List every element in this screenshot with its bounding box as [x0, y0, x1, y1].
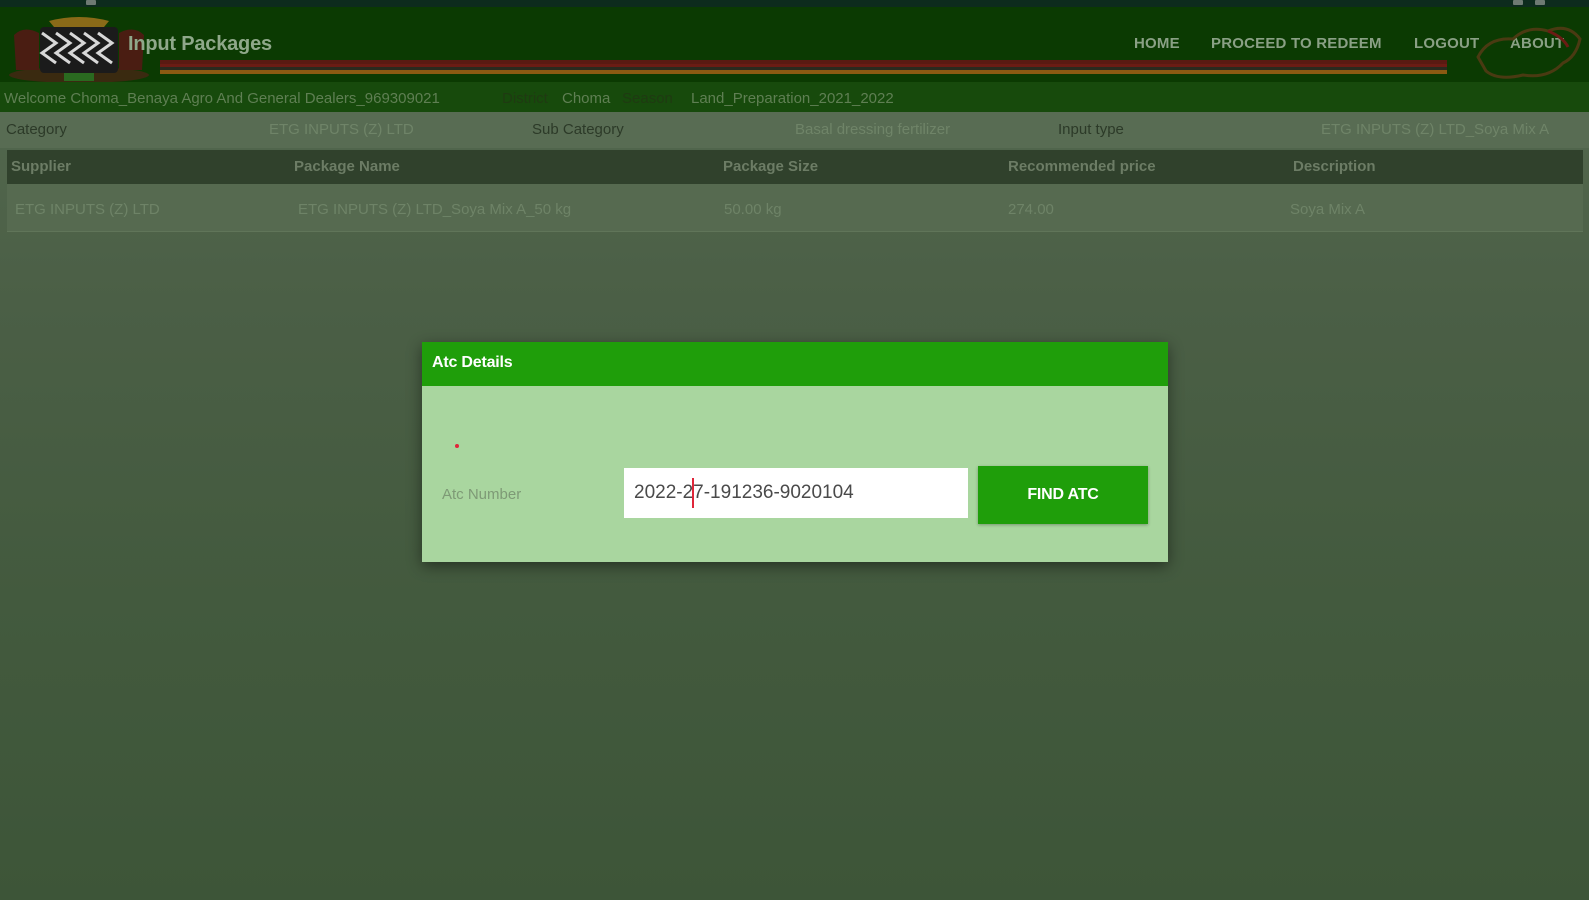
- system-status-bar: [0, 0, 1589, 7]
- flag-stripe: [160, 60, 1447, 74]
- atc-number-input[interactable]: [624, 468, 968, 518]
- cell-recommended-price: 274.00: [1008, 201, 1054, 218]
- zambia-map-icon: [1476, 26, 1582, 79]
- input-type-label: Input type: [1058, 121, 1124, 138]
- welcome-text: Welcome Choma_Benaya Agro And General De…: [4, 90, 440, 107]
- dialog-title: Atc Details: [422, 342, 1168, 386]
- status-indicator-icon: [1513, 0, 1523, 5]
- category-value[interactable]: ETG INPUTS (Z) LTD: [269, 121, 414, 138]
- text-cursor: [692, 478, 694, 508]
- packages-table: Supplier Package Name Package Size Recom…: [7, 150, 1583, 232]
- cell-supplier: ETG INPUTS (Z) LTD: [15, 201, 160, 218]
- subcategory-value[interactable]: Basal dressing fertilizer: [795, 121, 950, 138]
- column-header-recommended-price: Recommended price: [1008, 158, 1156, 175]
- cell-description: Soya Mix A: [1290, 201, 1366, 218]
- table-header: Supplier Package Name Package Size Recom…: [7, 150, 1583, 184]
- column-header-package-size: Package Size: [723, 158, 819, 175]
- status-indicator-icon: [1535, 0, 1545, 5]
- atc-details-dialog: Atc Details Atc Number FIND ATC: [422, 342, 1168, 562]
- required-marker-icon: [455, 444, 459, 448]
- season-value: Land_Preparation_2021_2022: [691, 90, 894, 107]
- app-header: Input Packages HOME PROCEED TO REDEEM LO…: [0, 7, 1589, 83]
- season-label: Season: [622, 90, 673, 107]
- column-header-supplier: Supplier: [11, 158, 72, 175]
- cell-package-size: 50.00 kg: [724, 201, 782, 218]
- nav-proceed-to-redeem-link[interactable]: PROCEED TO REDEEM: [1211, 35, 1382, 52]
- page-title: Input Packages: [128, 33, 272, 55]
- district-value: Choma: [562, 90, 611, 107]
- status-indicator-icon: [86, 0, 96, 5]
- table-row[interactable]: ETG INPUTS (Z) LTD ETG INPUTS (Z) LTD_So…: [7, 184, 1583, 232]
- district-label: District: [502, 90, 548, 107]
- atc-number-label: Atc Number: [442, 486, 522, 503]
- category-label: Category: [6, 121, 67, 138]
- filter-bar: Category ETG INPUTS (Z) LTD Sub Category…: [0, 112, 1589, 148]
- input-type-value[interactable]: ETG INPUTS (Z) LTD_Soya Mix A: [1321, 121, 1549, 138]
- nav-home-link[interactable]: HOME: [1134, 35, 1180, 52]
- column-header-description: Description: [1293, 158, 1376, 175]
- find-atc-button[interactable]: FIND ATC: [978, 466, 1148, 524]
- cell-package-name: ETG INPUTS (Z) LTD_Soya Mix A_50 kg: [298, 201, 572, 218]
- session-info-bar: Welcome Choma_Benaya Agro And General De…: [0, 82, 1589, 112]
- subcategory-label: Sub Category: [532, 121, 624, 138]
- column-header-package-name: Package Name: [294, 158, 400, 175]
